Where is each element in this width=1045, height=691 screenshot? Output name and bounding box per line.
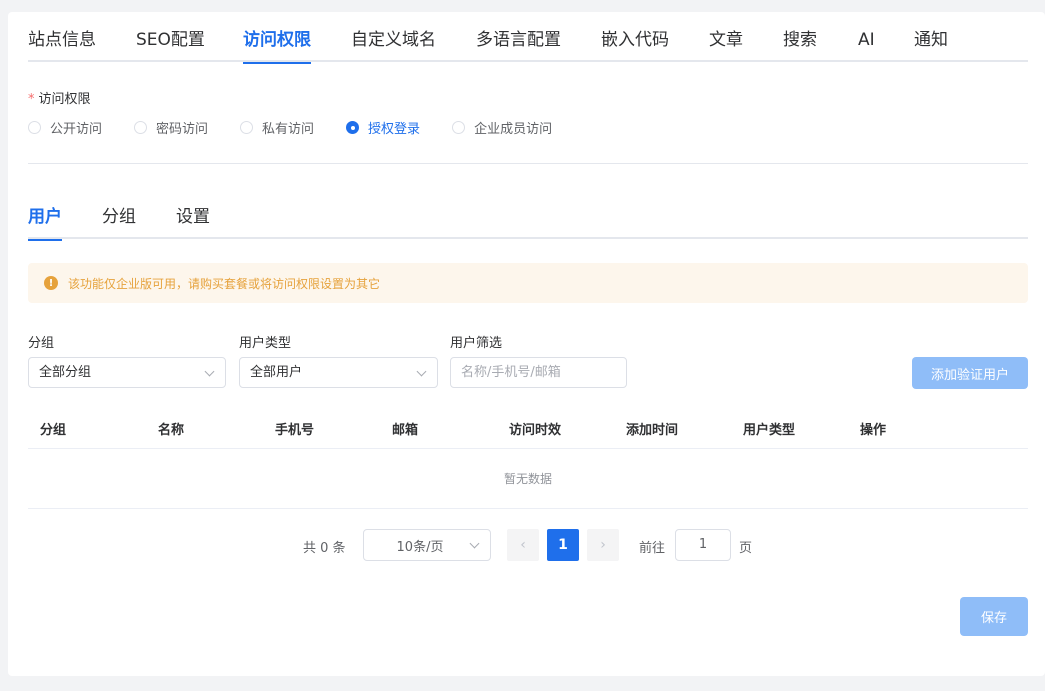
- user-search-label: 用户筛选: [450, 336, 503, 351]
- chevron-down-icon: [416, 366, 427, 377]
- group-select-value: 全部分组: [39, 365, 92, 380]
- page-1-button[interactable]: 1: [547, 529, 579, 561]
- col-name: 名称: [158, 423, 185, 438]
- user-search-input[interactable]: 名称/手机号/邮箱: [450, 357, 627, 388]
- radio-circle-icon: [134, 121, 148, 134]
- user-type-value: 全部用户: [250, 365, 303, 380]
- page-size-select[interactable]: 10条/页: [363, 529, 491, 561]
- radio-enterprise-members[interactable]: 企业成员访问: [452, 118, 552, 137]
- settings-card: 站点信息 SEO配置 访问权限 自定义域名 多语言配置 嵌入代码 文章 搜索 A…: [8, 12, 1045, 676]
- page-suffix: 页: [739, 541, 753, 556]
- col-email: 邮箱: [392, 423, 419, 438]
- radio-public[interactable]: 公开访问: [28, 118, 102, 137]
- subtab-groups[interactable]: 分组: [102, 204, 136, 239]
- radio-password[interactable]: 密码访问: [134, 118, 208, 137]
- tab-articles[interactable]: 文章: [709, 26, 743, 62]
- radio-private[interactable]: 私有访问: [240, 118, 314, 137]
- col-access-duration: 访问时效: [509, 423, 562, 438]
- radio-circle-icon: [452, 121, 466, 134]
- col-group: 分组: [40, 423, 67, 438]
- radio-label: 授权登录: [368, 122, 421, 137]
- group-select[interactable]: 全部分组: [28, 357, 226, 388]
- top-tabs: 站点信息 SEO配置 访问权限 自定义域名 多语言配置 嵌入代码 文章 搜索 A…: [28, 26, 1028, 64]
- tab-embed-code[interactable]: 嵌入代码: [601, 26, 669, 62]
- radio-label: 企业成员访问: [474, 122, 553, 137]
- access-label-text: 访问权限: [38, 92, 91, 107]
- col-user-type: 用户类型: [743, 423, 796, 438]
- pagination-total: 共 0 条: [303, 541, 346, 556]
- radio-circle-icon: [240, 121, 254, 134]
- add-verified-user-button[interactable]: 添加验证用户: [912, 357, 1028, 389]
- access-label: * 访问权限: [28, 88, 91, 107]
- col-added-time: 添加时间: [626, 423, 679, 438]
- save-button[interactable]: 保存: [960, 597, 1028, 636]
- tab-site-info[interactable]: 站点信息: [28, 26, 96, 62]
- goto-label: 前往: [639, 541, 666, 556]
- tab-seo[interactable]: SEO配置: [136, 26, 205, 62]
- section-divider: [28, 163, 1028, 164]
- subtab-users[interactable]: 用户: [28, 204, 62, 241]
- tab-multilang[interactable]: 多语言配置: [476, 26, 561, 62]
- warning-icon: !: [44, 276, 58, 290]
- tab-ai[interactable]: AI: [858, 26, 875, 62]
- subtab-settings[interactable]: 设置: [176, 204, 210, 239]
- chevron-down-icon: [204, 366, 215, 377]
- required-mark: *: [28, 92, 35, 107]
- col-phone: 手机号: [275, 423, 315, 438]
- user-type-label: 用户类型: [239, 336, 292, 351]
- radio-label: 密码访问: [156, 122, 209, 137]
- alert-text: 该功能仅企业版可用，请购买套餐或将访问权限设置为其它: [68, 276, 381, 291]
- radio-label: 私有访问: [262, 122, 315, 137]
- enterprise-alert: ! 该功能仅企业版可用，请购买套餐或将访问权限设置为其它: [28, 263, 1028, 303]
- page-size-value: 10条/页: [396, 539, 444, 555]
- tab-notify[interactable]: 通知: [914, 26, 948, 62]
- next-page-button[interactable]: ›: [587, 529, 619, 561]
- prev-page-button[interactable]: ‹: [507, 529, 539, 561]
- radio-label: 公开访问: [50, 122, 103, 137]
- goto-page-input[interactable]: 1: [675, 529, 731, 561]
- sub-tabs: 用户 分组 设置: [28, 204, 1028, 241]
- radio-authorized-login[interactable]: 授权登录: [346, 118, 420, 137]
- access-radio-group: 公开访问 密码访问 私有访问 授权登录 企业成员访问: [28, 118, 584, 137]
- user-type-select[interactable]: 全部用户: [239, 357, 438, 388]
- group-filter-label: 分组: [28, 336, 55, 351]
- tab-search[interactable]: 搜索: [783, 26, 817, 62]
- table-empty-state: 暂无数据: [28, 449, 1028, 509]
- col-actions: 操作: [860, 423, 887, 438]
- users-table-header: 分组 名称 手机号 邮箱 访问时效 添加时间 用户类型 操作: [28, 409, 1028, 449]
- tab-access[interactable]: 访问权限: [243, 26, 311, 64]
- radio-checked-icon: [346, 121, 360, 134]
- tab-custom-domain[interactable]: 自定义域名: [351, 26, 436, 62]
- radio-circle-icon: [28, 121, 41, 134]
- chevron-down-icon: [469, 538, 480, 549]
